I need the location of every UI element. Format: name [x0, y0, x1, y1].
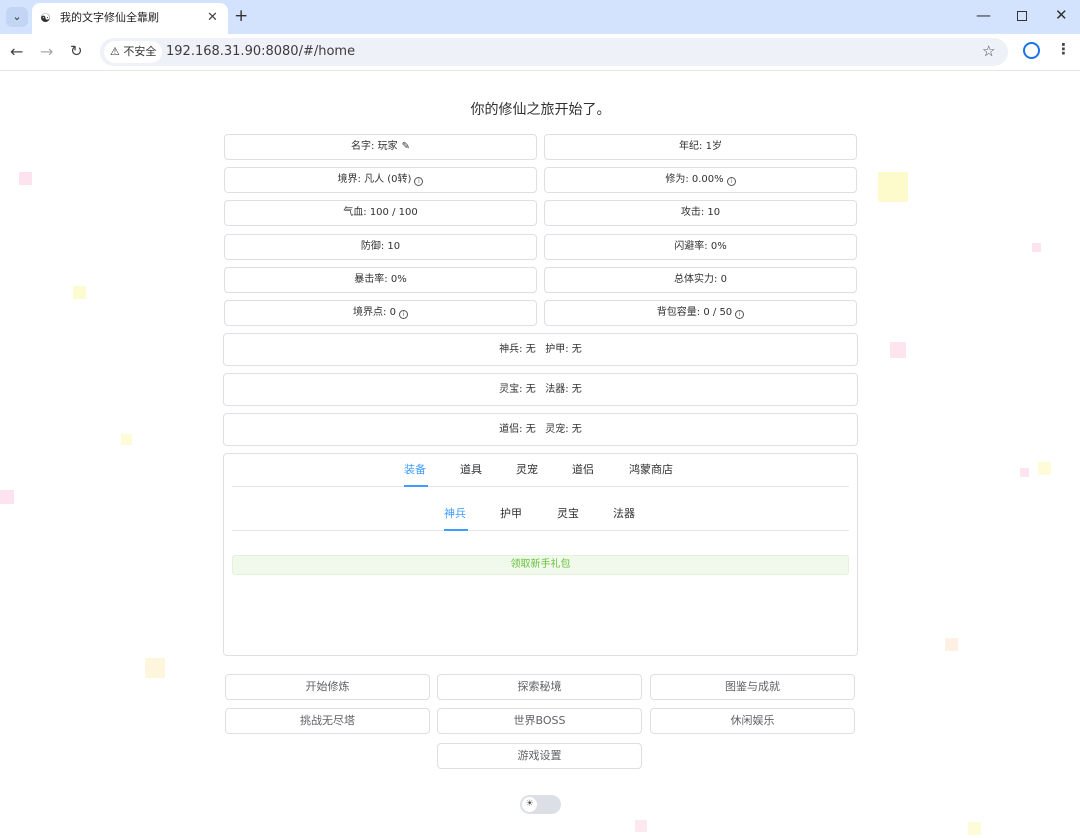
stat-realm[interactable]: 境界: 凡人 (0转) i — [224, 167, 537, 193]
main-tab-bar: 装备 道具 灵宠 道侣 鸿蒙商店 — [232, 454, 849, 487]
leisure-button[interactable]: 休闲娱乐 — [650, 708, 855, 734]
theme-toggle-switch[interactable]: ☀ — [520, 795, 561, 814]
tab-search-button[interactable]: ⌄ — [6, 7, 28, 27]
stat-realm-points[interactable]: 境界点: 0i — [224, 300, 537, 326]
equip-row-label: 道侣: 无 灵宠: 无 — [499, 424, 582, 435]
security-indicator[interactable]: ⚠ 不安全 — [104, 41, 163, 63]
stat-cultivation[interactable]: 修为: 0.00% i — [544, 167, 857, 193]
subtab-artifact[interactable]: 法器 — [613, 506, 635, 522]
game-settings-button[interactable]: 游戏设置 — [437, 743, 642, 769]
forward-arrow-icon[interactable]: → — [40, 42, 53, 61]
stat-defense: 防御: 10 — [224, 234, 537, 260]
tab-title: 我的文字修仙全靠刷 — [60, 11, 159, 24]
background-square-decoration — [1032, 243, 1041, 252]
window-close-icon[interactable]: ✕ — [1055, 6, 1068, 24]
info-circle-icon[interactable]: i — [398, 310, 408, 319]
tab-equipment[interactable]: 装备 — [404, 462, 426, 478]
background-square-decoration — [635, 820, 647, 832]
tab-shop[interactable]: 鸿蒙商店 — [629, 462, 673, 478]
equip-row-label: 灵宝: 无 法器: 无 — [499, 384, 582, 395]
stat-dodge: 闪避率: 0% — [544, 234, 857, 260]
stat-hp-label: 气血: 100 / 100 — [343, 207, 418, 218]
background-square-decoration — [945, 638, 958, 651]
info-circle-icon[interactable]: i — [414, 177, 424, 186]
equip-row-weapon-armor: 神兵: 无 护甲: 无 — [223, 333, 858, 366]
browser-toolbar: ← → ↻ ⚠ 不安全 192.168.31.90:8080/#/home ☆ … — [0, 34, 1080, 71]
sun-icon: ☀ — [522, 797, 537, 812]
reload-icon[interactable]: ↻ — [70, 42, 83, 60]
insecure-label: 不安全 — [123, 45, 157, 58]
active-subtab-indicator — [444, 529, 468, 531]
subtab-armor[interactable]: 护甲 — [500, 506, 522, 522]
bookmark-star-icon[interactable]: ☆ — [982, 42, 995, 60]
stat-name[interactable]: 名字: 玩家 ✎ — [224, 134, 537, 160]
stat-attack: 攻击: 10 — [544, 200, 857, 226]
subtab-treasure[interactable]: 灵宝 — [557, 506, 579, 522]
info-circle-icon[interactable]: i — [735, 310, 745, 319]
endless-tower-button[interactable]: 挑战无尽塔 — [225, 708, 430, 734]
browser-tab-strip: ⌄ ☯ 我的文字修仙全靠刷 ✕ + — ✕ — [0, 0, 1080, 34]
new-tab-button[interactable]: + — [234, 6, 248, 26]
background-square-decoration — [878, 172, 908, 202]
site-favicon-icon: ☯ — [40, 11, 51, 25]
background-square-decoration — [121, 434, 132, 445]
equip-row-label: 神兵: 无 护甲: 无 — [499, 344, 582, 355]
stat-age-label: 年纪: 1岁 — [679, 141, 722, 152]
sub-tab-bar: 神兵 护甲 灵宝 法器 — [232, 498, 849, 531]
page-headline: 你的修仙之旅开始了。 — [470, 102, 611, 118]
background-square-decoration — [73, 286, 86, 299]
collection-achievements-button[interactable]: 图鉴与成就 — [650, 674, 855, 700]
back-arrow-icon[interactable]: ← — [10, 42, 23, 61]
background-square-decoration — [145, 658, 165, 678]
stat-realm-points-label: 境界点: 0 — [353, 307, 396, 318]
background-square-decoration — [890, 342, 906, 358]
stat-attack-label: 攻击: 10 — [680, 207, 721, 218]
stat-name-label: 名字: 玩家 — [351, 141, 398, 152]
background-square-decoration — [1020, 468, 1029, 477]
stat-crit: 暴击率: 0% — [224, 267, 537, 293]
background-square-decoration — [1038, 462, 1051, 475]
tab-items[interactable]: 道具 — [460, 462, 482, 478]
browser-menu-icon[interactable]: ⋮ — [1056, 40, 1071, 58]
stat-cultivation-label: 修为: 0.00% — [665, 174, 724, 185]
tab-companions[interactable]: 道侣 — [572, 462, 594, 478]
start-cultivation-button[interactable]: 开始修炼 — [225, 674, 430, 700]
stat-hp: 气血: 100 / 100 — [224, 200, 537, 226]
stat-crit-label: 暴击率: 0% — [354, 274, 407, 285]
profile-avatar-icon[interactable] — [1023, 42, 1040, 59]
background-square-decoration — [968, 822, 981, 835]
equip-row-treasure-artifact: 灵宝: 无 法器: 无 — [223, 373, 858, 406]
explore-dungeon-button[interactable]: 探索秘境 — [437, 674, 642, 700]
window-minimize-icon[interactable]: — — [976, 6, 991, 24]
equip-row-companion-pet: 道侣: 无 灵宠: 无 — [223, 413, 858, 446]
stat-power-label: 总体实力: 0 — [674, 274, 727, 285]
claim-newbie-gift-button[interactable]: 领取新手礼包 — [232, 555, 849, 575]
stat-age: 年纪: 1岁 — [544, 134, 857, 160]
browser-tab-active[interactable]: ☯ 我的文字修仙全靠刷 ✕ — [32, 3, 228, 34]
background-square-decoration — [19, 172, 32, 185]
world-boss-button[interactable]: 世界BOSS — [437, 708, 642, 734]
inventory-tabs-panel: 装备 道具 灵宠 道侣 鸿蒙商店 神兵 护甲 灵宝 法器 领取新手礼包 — [223, 453, 858, 656]
subtab-weapon[interactable]: 神兵 — [444, 506, 466, 522]
stat-defense-label: 防御: 10 — [360, 241, 401, 252]
warning-triangle-icon: ⚠ — [110, 45, 120, 58]
pencil-icon[interactable]: ✎ — [402, 135, 410, 159]
tab-pets[interactable]: 灵宠 — [516, 462, 538, 478]
info-circle-icon[interactable]: i — [726, 177, 736, 186]
stat-realm-label: 境界: 凡人 (0转) — [337, 174, 412, 185]
background-square-decoration — [0, 490, 14, 504]
active-tab-indicator — [404, 485, 428, 487]
stat-dodge-label: 闪避率: 0% — [674, 241, 727, 252]
stat-power: 总体实力: 0 — [544, 267, 857, 293]
tab-close-icon[interactable]: ✕ — [207, 10, 218, 26]
url-text[interactable]: 192.168.31.90:8080/#/home — [166, 44, 355, 60]
address-bar[interactable]: ⚠ 不安全 192.168.31.90:8080/#/home ☆ — [100, 38, 1008, 66]
window-maximize-icon[interactable] — [1017, 11, 1027, 21]
stat-bag[interactable]: 背包容量: 0 / 50 i — [544, 300, 857, 326]
stat-bag-label: 背包容量: 0 / 50 — [656, 307, 733, 318]
